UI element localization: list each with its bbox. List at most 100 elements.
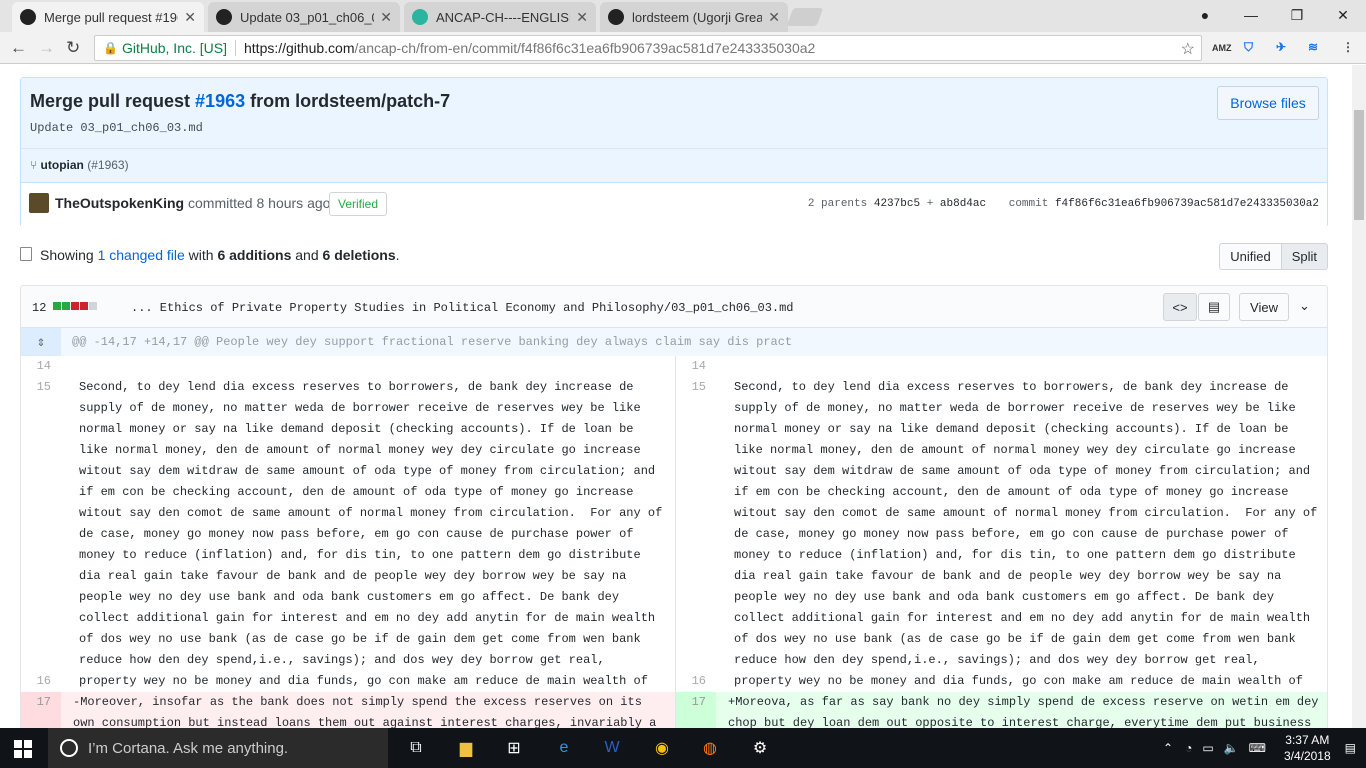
github-icon: [608, 9, 624, 25]
parent-sha-link[interactable]: 4237bc5: [874, 198, 920, 210]
branch-icon: ⑂: [30, 158, 38, 172]
firefox-icon[interactable]: ◍: [698, 736, 722, 760]
line-number[interactable]: 15: [21, 380, 61, 394]
line-number[interactable]: 16: [21, 674, 61, 688]
reload-button[interactable]: ↻: [66, 38, 80, 58]
parent-sha-link[interactable]: ab8d4ac: [940, 198, 986, 210]
tab-ancap[interactable]: ANCAP-CH----ENGLISH- ✕: [404, 2, 596, 32]
bookmark-star-icon[interactable]: ☆: [1181, 39, 1195, 59]
close-icon[interactable]: ✕: [576, 9, 588, 26]
line-number[interactable]: 17: [21, 692, 61, 728]
avatar[interactable]: [29, 193, 49, 213]
network-icon[interactable]: ◔: [1185, 741, 1192, 755]
diff-left-pane: 14 15 Second, to dey lend dia excess res…: [21, 356, 675, 728]
diff-view-toggle: Unified Split: [1219, 243, 1328, 270]
diff-summary-bar: Showing 1 changed file with 6 additions …: [20, 241, 1328, 271]
author-line: TheOutspokenKing committed 8 hours ago: [55, 195, 330, 211]
plane-extension-icon[interactable]: ✈: [1276, 40, 1286, 54]
windows-start-icon[interactable]: [14, 740, 32, 758]
close-window-button[interactable]: ✕: [1320, 7, 1366, 24]
verified-badge[interactable]: Verified: [329, 192, 388, 216]
settings-gear-icon[interactable]: ⚙: [748, 736, 772, 760]
line-content: +Moreova, as far as say bank no dey simp…: [728, 695, 1319, 728]
battery-icon[interactable]: ▭: [1202, 741, 1213, 755]
line-number[interactable]: 14: [21, 359, 61, 373]
diffstat-delete-block: [71, 302, 79, 310]
maximize-button[interactable]: ❐: [1274, 7, 1320, 24]
parent-join: +: [926, 198, 934, 210]
shield-extension-icon[interactable]: ⛉: [1244, 40, 1253, 55]
github-icon: [216, 9, 232, 25]
minimize-button[interactable]: —: [1228, 7, 1274, 23]
branch-name[interactable]: utopian: [41, 158, 84, 172]
diffstat-delete-block: [80, 302, 88, 310]
line-number[interactable]: 15: [676, 380, 716, 394]
diffstat-neutral-block: [89, 302, 97, 310]
file-header: 12 ... Ethics of Private Property Studie…: [21, 286, 1327, 328]
tab-lordsteem[interactable]: lordsteem (Ugorji Greatn ✕: [600, 2, 788, 32]
keyboard-icon[interactable]: ⌨: [1249, 741, 1266, 755]
chevron-down-icon[interactable]: ⌄: [1299, 298, 1310, 314]
chrome-icon[interactable]: ◉: [650, 736, 674, 760]
author-link[interactable]: TheOutspokenKing: [55, 195, 184, 211]
tab-update-file[interactable]: Update 03_p01_ch06_03 ✕: [208, 2, 400, 32]
notifications-icon[interactable]: ▤: [1345, 741, 1356, 755]
line-content: Second, to dey lend dia excess reserves …: [79, 380, 663, 709]
steem-extension-icon[interactable]: ≋: [1308, 40, 1318, 54]
close-icon[interactable]: ✕: [184, 9, 196, 26]
unified-button[interactable]: Unified: [1219, 243, 1282, 270]
edge-icon[interactable]: e: [552, 736, 576, 760]
line-number[interactable]: 17: [676, 692, 716, 728]
scrollbar-thumb[interactable]: [1354, 110, 1364, 220]
new-tab-button[interactable]: [786, 8, 824, 26]
commit-title-suffix: from lordsteem/patch-7: [245, 91, 451, 111]
summary-text: Showing: [40, 247, 98, 263]
changed-files-link[interactable]: 1 changed file: [98, 247, 185, 263]
url-path: /ancap-ch/from-en/commit/f4f86f6c31ea6fb…: [354, 40, 816, 56]
commit-header: Merge pull request #1963 from lordsteem/…: [21, 78, 1327, 183]
summary-text: with: [184, 247, 218, 263]
branch-pr[interactable]: (#1963): [87, 158, 128, 172]
diffstat-add-block: [62, 302, 70, 310]
amazon-extension-icon[interactable]: AMZ: [1212, 43, 1232, 53]
rich-diff-button[interactable]: ▤: [1198, 293, 1230, 321]
line-content: -Moreover, insofar as the bank does not …: [73, 695, 657, 728]
chevron-up-icon[interactable]: ⌃: [1163, 741, 1173, 755]
tab-merge-pull-request[interactable]: Merge pull request #196 ✕: [12, 2, 204, 32]
source-view-button[interactable]: <>: [1163, 293, 1197, 321]
cortana-search[interactable]: I’m Cortana. Ask me anything.: [48, 728, 388, 768]
view-file-button[interactable]: View: [1239, 293, 1289, 321]
file-path[interactable]: ... Ethics of Private Property Studies i…: [131, 301, 794, 315]
divider: [21, 148, 1327, 149]
line-number[interactable]: 14: [676, 359, 716, 373]
commit-title-prefix: Merge pull request: [30, 91, 196, 111]
task-view-icon[interactable]: ⧉: [404, 736, 428, 760]
diff-row: 14: [676, 356, 1327, 377]
menu-icon[interactable]: ⋮: [1342, 40, 1354, 54]
line-number[interactable]: 16: [676, 674, 716, 688]
close-icon[interactable]: ✕: [380, 9, 392, 26]
forward-button[interactable]: →: [38, 38, 55, 58]
pr-link[interactable]: #1963: [195, 91, 245, 111]
word-icon[interactable]: W: [600, 736, 624, 760]
file-explorer-icon[interactable]: ▆: [454, 736, 478, 760]
diff-row: 16: [21, 671, 675, 692]
split-button[interactable]: Split: [1281, 243, 1328, 270]
profile-icon[interactable]: ●: [1182, 7, 1228, 23]
store-icon[interactable]: ⊞: [502, 736, 526, 760]
address-bar[interactable]: 🔒 GitHub, Inc. [US] https://github.com /…: [94, 35, 1202, 61]
clock[interactable]: 3:37 AM 3/4/2018: [1284, 732, 1331, 764]
commit-label: commit: [1008, 198, 1049, 210]
file-diff: 12 ... Ethics of Private Property Studie…: [20, 285, 1328, 728]
diffstat-bar: [53, 302, 98, 310]
browse-files-button[interactable]: Browse files: [1217, 86, 1319, 120]
browser-tab-strip: Merge pull request #196 ✕ Update 03_p01_…: [0, 0, 1366, 32]
tab-title: Merge pull request #196: [44, 9, 179, 25]
page-scrollbar[interactable]: [1352, 65, 1366, 728]
deletions-count: 6 deletions: [322, 247, 396, 263]
volume-icon[interactable]: 🔈: [1224, 741, 1239, 755]
file-diff-icon: [20, 247, 32, 261]
close-icon[interactable]: ✕: [768, 9, 780, 26]
back-button[interactable]: ←: [10, 38, 27, 58]
expand-icon[interactable]: ⇕: [21, 328, 61, 356]
